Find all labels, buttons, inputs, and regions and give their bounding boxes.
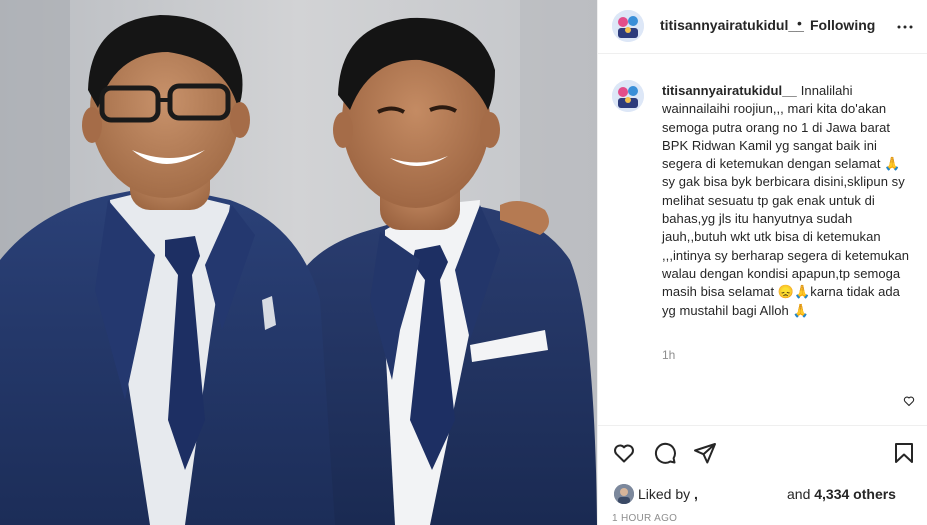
avatar-image [612,80,644,112]
separator-dot: • [797,15,802,31]
post-timestamp[interactable]: 1 HOUR AGO [612,513,677,524]
likes-count-text[interactable]: and 4,334 others [787,486,896,502]
caption-body: Innalilahi wainnailaihi roojiun,,, mari … [662,83,910,318]
caption-text: titisannyairatukidul__ Innalilahi wainnai… [662,82,912,320]
bookmark-icon[interactable] [892,441,916,465]
post-header: titisannyairatukidul__ • Following [598,0,927,54]
author-avatar[interactable] [612,10,644,42]
comment-icon[interactable] [653,441,677,465]
send-icon[interactable] [693,441,717,465]
caption-author-avatar[interactable] [612,80,644,112]
likes-count[interactable]: 4,334 others [814,486,896,502]
liker-avatar-image [614,484,634,504]
author-username[interactable]: titisannyairatukidul__ [660,17,804,33]
small-heart-icon[interactable] [903,395,915,407]
post-photo[interactable] [0,0,597,525]
and-label: and [787,486,811,502]
liker-avatar[interactable] [614,484,634,504]
caption-time[interactable]: 1h [662,348,675,362]
heart-icon[interactable] [612,441,636,465]
following-button[interactable]: Following [810,17,875,33]
post-side-panel: titisannyairatukidul__ • Following titis… [597,0,927,525]
more-horizontal-icon[interactable] [896,18,914,36]
liked-by-user[interactable]: , [694,486,698,502]
likes-row: Liked by , and 4,334 others [612,482,922,506]
avatar-image [612,10,644,42]
actions-divider [598,425,927,426]
liked-by-text: Liked by , [638,486,698,502]
caption-username[interactable]: titisannyairatukidul__ [662,83,797,98]
post-image [0,0,597,525]
liked-by-label: Liked by [638,486,691,502]
